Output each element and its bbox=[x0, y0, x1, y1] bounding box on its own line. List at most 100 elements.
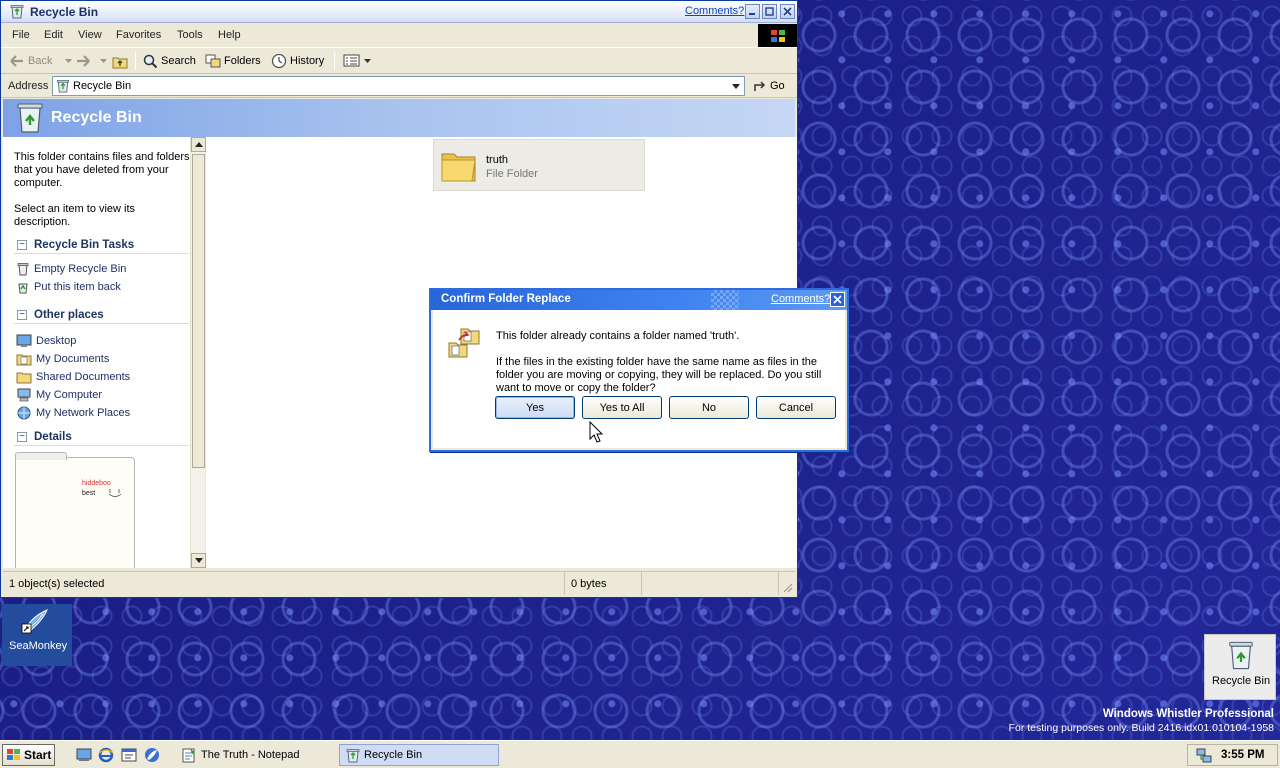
clock[interactable]: 3:55 PM bbox=[1221, 749, 1264, 761]
collapse-icon: − bbox=[17, 432, 27, 442]
desktop-icon-recycle-bin[interactable]: Recycle Bin bbox=[1204, 634, 1276, 700]
desktop-icon-seamonkey[interactable]: SeaMonkey bbox=[2, 604, 72, 666]
window-title: Recycle Bin bbox=[30, 5, 99, 19]
maximize-button[interactable] bbox=[762, 4, 777, 19]
history-button[interactable]: History bbox=[271, 52, 324, 70]
go-button[interactable]: Go bbox=[753, 79, 785, 92]
folders-button[interactable]: Folders bbox=[205, 52, 261, 70]
address-label: Address bbox=[8, 80, 49, 92]
forward-button[interactable] bbox=[75, 52, 107, 70]
place-my-computer[interactable]: My Computer bbox=[16, 387, 102, 403]
list-item[interactable]: truth File Folder bbox=[433, 139, 645, 191]
search-icon bbox=[143, 54, 158, 69]
banner-title: Recycle Bin bbox=[51, 109, 142, 126]
menu-help[interactable]: Help bbox=[218, 29, 241, 41]
dialog-title: Confirm Folder Replace bbox=[441, 293, 571, 305]
other-places-header[interactable]: − Other places bbox=[14, 308, 189, 324]
scroll-up-button[interactable] bbox=[191, 137, 206, 152]
task-empty-recycle-bin[interactable]: Empty Recycle Bin bbox=[16, 261, 126, 277]
scroll-down-button[interactable] bbox=[191, 553, 206, 568]
folder-description: This folder contains files and folders t… bbox=[14, 151, 190, 189]
show-desktop-icon[interactable] bbox=[76, 747, 92, 763]
menu-favorites[interactable]: Favorites bbox=[116, 29, 161, 41]
network-tray-icon[interactable] bbox=[1196, 748, 1212, 764]
menu-edit[interactable]: Edit bbox=[44, 29, 63, 41]
back-button[interactable]: Back bbox=[9, 52, 73, 70]
chevron-down-icon bbox=[65, 58, 73, 63]
menu-bar: File Edit View Favorites Tools Help bbox=[1, 24, 758, 47]
minimize-button[interactable] bbox=[745, 4, 760, 19]
place-my-network-places[interactable]: My Network Places bbox=[16, 405, 130, 421]
windows-logo-icon bbox=[7, 748, 20, 760]
comments-link[interactable]: Comments? bbox=[685, 5, 744, 17]
menu-file[interactable]: File bbox=[12, 29, 30, 41]
place-desktop[interactable]: Desktop bbox=[16, 333, 76, 349]
standard-toolbar: Back Search Folders History bbox=[1, 47, 797, 74]
up-folder-icon bbox=[112, 57, 128, 68]
chevron-up-icon bbox=[194, 142, 203, 147]
menu-tools[interactable]: Tools bbox=[177, 29, 203, 41]
my-documents-icon bbox=[16, 354, 32, 366]
address-value: Recycle Bin bbox=[73, 80, 132, 92]
folder-move-icon bbox=[447, 326, 481, 360]
resize-grip-icon[interactable] bbox=[781, 581, 793, 593]
internet-explorer-icon[interactable] bbox=[98, 747, 114, 763]
views-button[interactable] bbox=[343, 52, 371, 70]
mouse-cursor-icon bbox=[589, 421, 603, 443]
history-icon bbox=[271, 53, 287, 69]
chevron-down-icon bbox=[731, 83, 740, 89]
task-pane-scrollbar[interactable] bbox=[190, 137, 206, 568]
menu-view[interactable]: View bbox=[78, 29, 102, 41]
notepad-icon bbox=[182, 748, 195, 763]
dialog-close-button[interactable] bbox=[830, 292, 845, 307]
recycle-bin-icon bbox=[15, 101, 45, 134]
recycle-bin-icon bbox=[346, 748, 360, 762]
dialog-title-bar[interactable]: Confirm Folder Replace Comments? bbox=[431, 290, 847, 310]
recycle-bin-icon bbox=[57, 80, 69, 93]
folder-icon bbox=[440, 148, 478, 184]
place-my-documents[interactable]: My Documents bbox=[16, 351, 109, 367]
seamonkey-icon bbox=[21, 606, 53, 636]
taskbar-item-recycle-bin[interactable]: Recycle Bin bbox=[339, 744, 499, 766]
address-dropdown-button[interactable] bbox=[728, 78, 743, 94]
details-header[interactable]: − Details bbox=[14, 430, 189, 446]
recycle-bin-tasks-header[interactable]: − Recycle Bin Tasks bbox=[14, 238, 189, 254]
back-arrow-icon bbox=[10, 55, 23, 67]
taskbar: Start The Truth - Notepad Recycle Bin 3:… bbox=[0, 740, 1280, 768]
os-watermark-build: For testing purposes only. Build 2416.id… bbox=[1008, 722, 1274, 734]
status-bar: 1 object(s) selected 0 bytes bbox=[3, 571, 795, 595]
yes-to-all-button[interactable]: Yes to All bbox=[582, 396, 662, 419]
restore-icon bbox=[18, 283, 28, 294]
dialog-comments-link[interactable]: Comments? bbox=[771, 293, 830, 305]
place-shared-documents[interactable]: Shared Documents bbox=[16, 369, 130, 385]
chevron-down-icon bbox=[364, 58, 371, 63]
seamonkey-quicklaunch-icon[interactable] bbox=[144, 747, 160, 763]
details-thumbnail: hiddeboo best bbox=[15, 452, 135, 568]
chevron-down-icon bbox=[100, 58, 107, 63]
title-bar[interactable]: Recycle Bin Comments? bbox=[1, 1, 797, 23]
folders-icon bbox=[205, 54, 221, 68]
address-bar: Address Recycle Bin Go bbox=[1, 75, 797, 98]
start-button[interactable]: Start bbox=[2, 744, 55, 766]
close-button[interactable] bbox=[780, 4, 795, 19]
collapse-icon: − bbox=[17, 240, 27, 250]
windows-explorer-icon[interactable] bbox=[121, 747, 137, 763]
yes-button[interactable]: Yes bbox=[495, 396, 575, 419]
up-folder-button[interactable] bbox=[112, 52, 129, 70]
smiley-sketch-icon bbox=[108, 489, 122, 497]
search-button[interactable]: Search bbox=[142, 52, 196, 70]
go-arrow-icon bbox=[754, 81, 766, 91]
collapse-icon: − bbox=[17, 310, 27, 320]
cancel-button[interactable]: Cancel bbox=[756, 396, 836, 419]
address-input[interactable]: Recycle Bin bbox=[52, 76, 745, 96]
system-tray: 3:55 PM bbox=[1187, 744, 1278, 766]
task-put-item-back[interactable]: Put this item back bbox=[16, 279, 121, 295]
no-button[interactable]: No bbox=[669, 396, 749, 419]
item-type: File Folder bbox=[486, 168, 538, 180]
dialog-message: This folder already contains a folder na… bbox=[496, 330, 740, 342]
shared-folder-icon bbox=[16, 372, 32, 384]
scrollbar-thumb[interactable] bbox=[192, 154, 205, 468]
status-size: 0 bytes bbox=[565, 572, 642, 595]
taskbar-item-notepad[interactable]: The Truth - Notepad bbox=[174, 744, 334, 766]
close-icon bbox=[833, 295, 842, 304]
